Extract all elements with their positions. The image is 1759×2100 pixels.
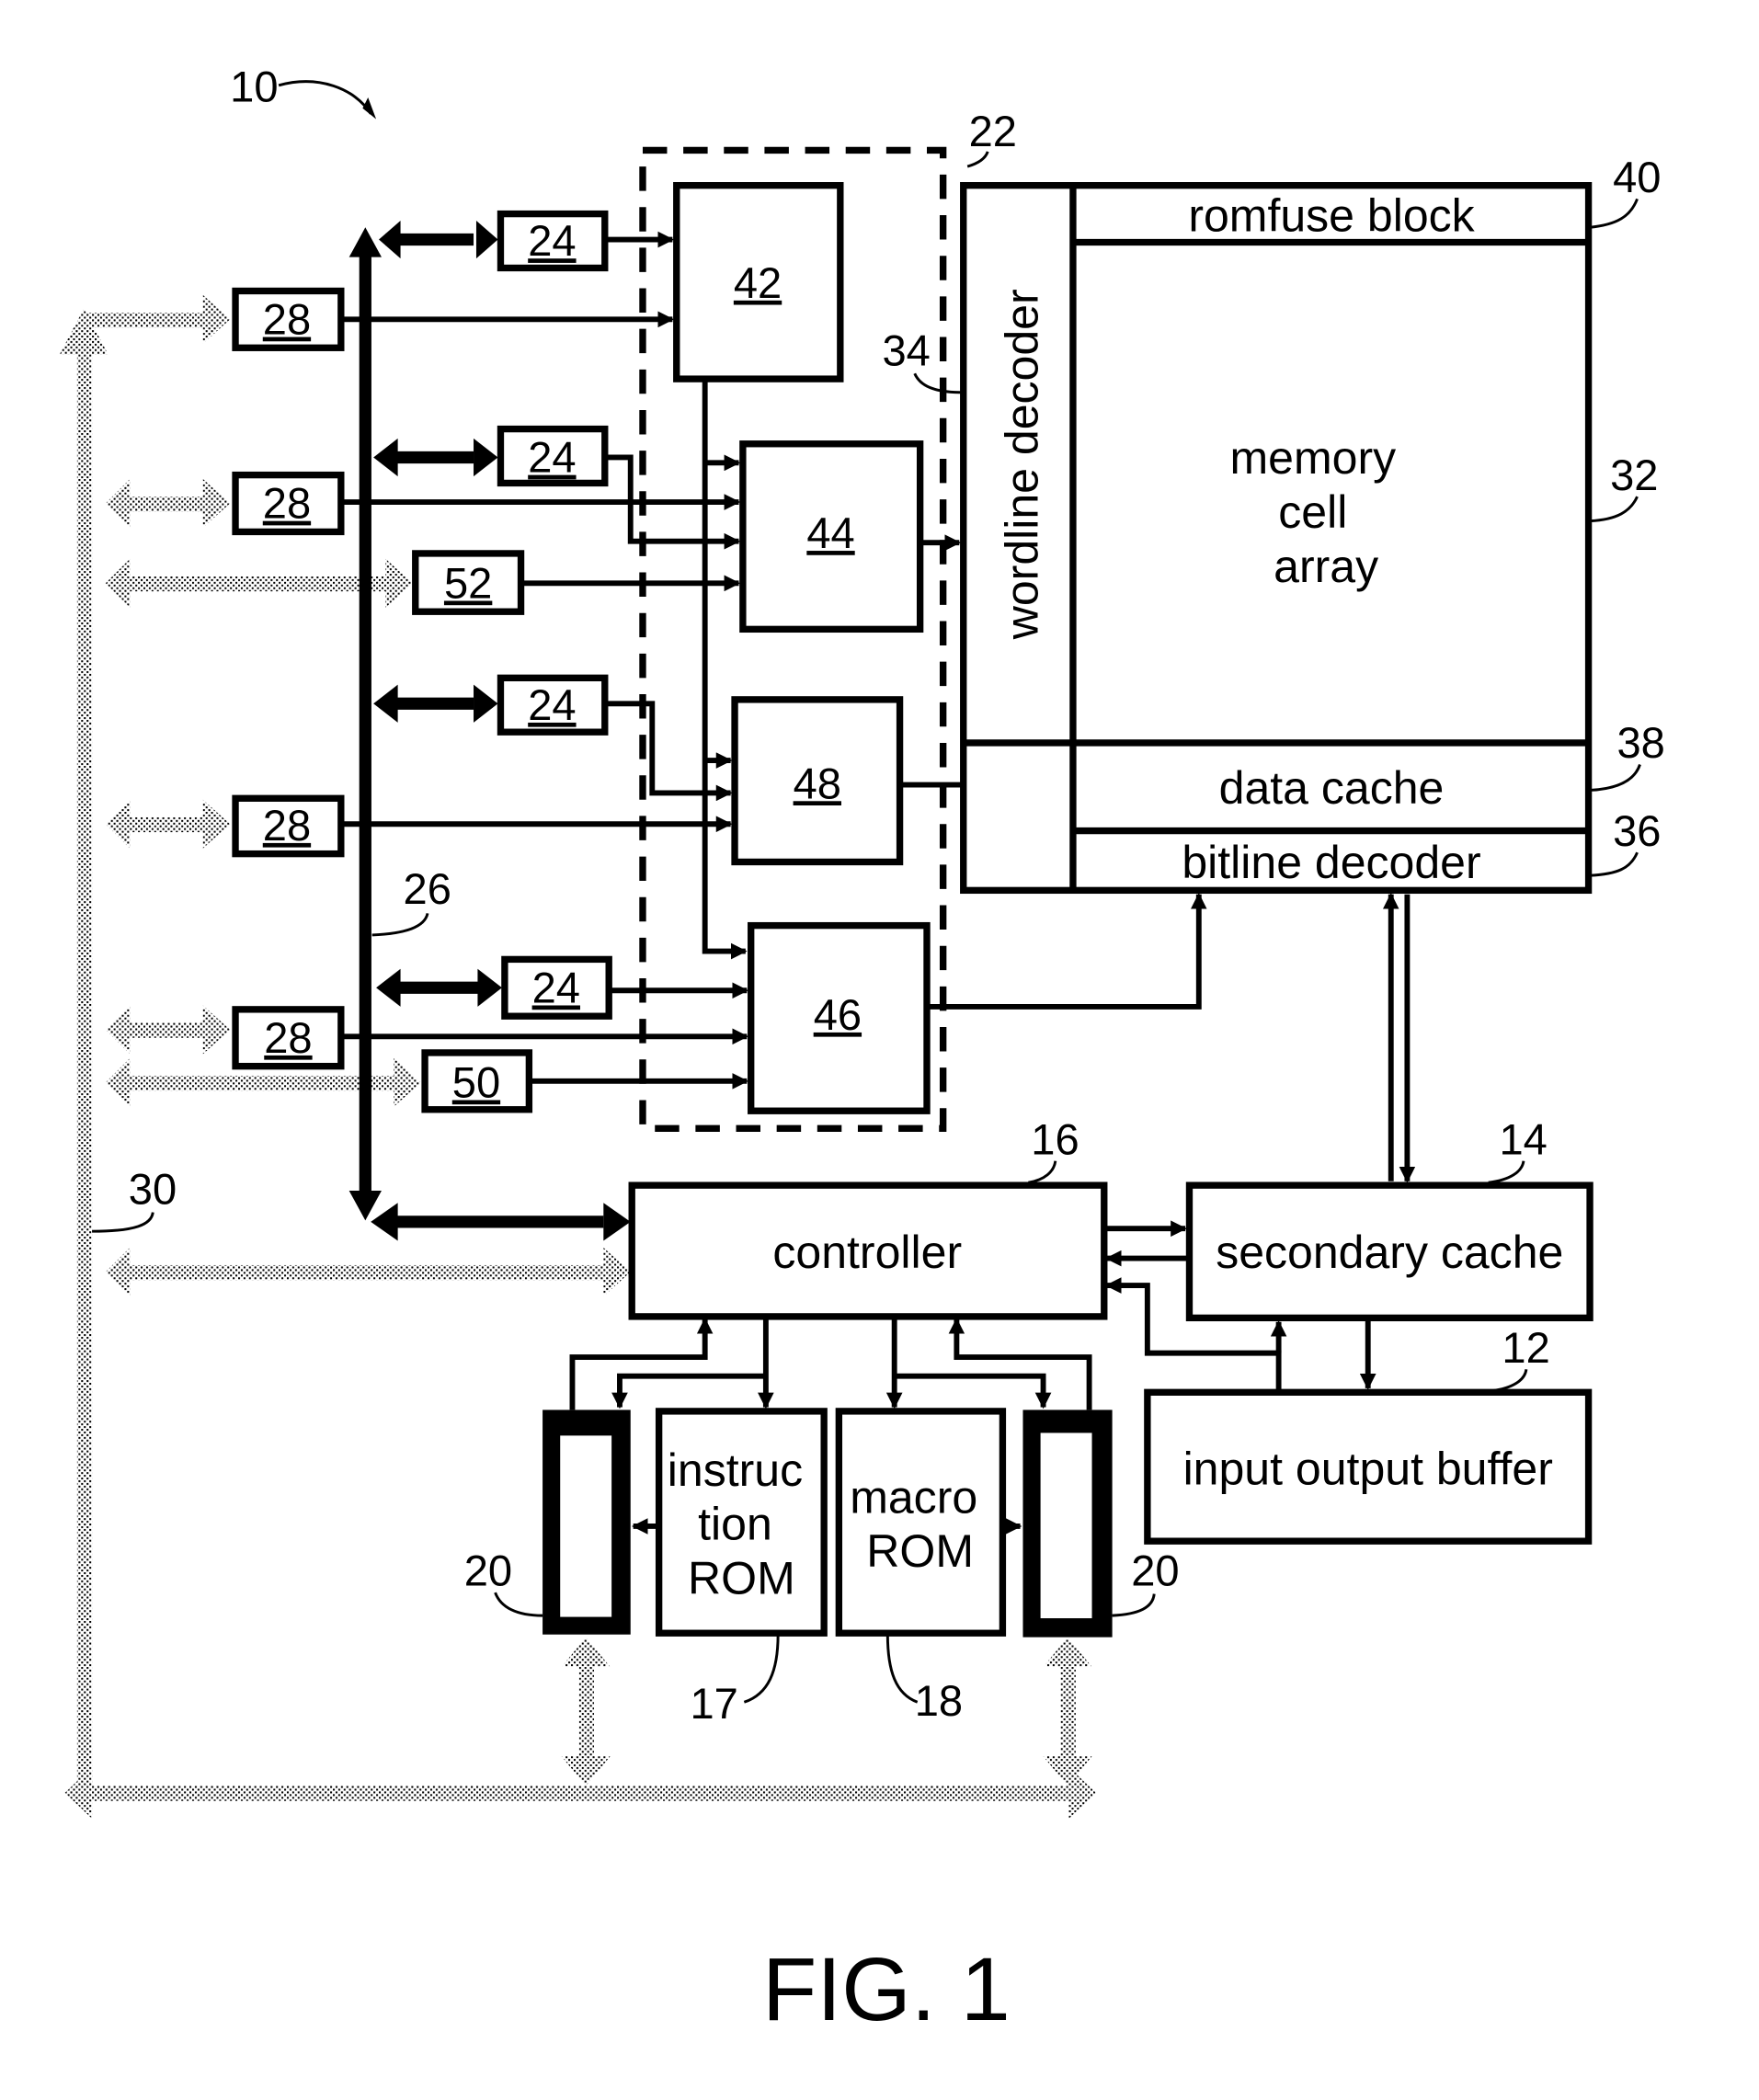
block-42: 42 — [673, 182, 844, 382]
svg-text:46: 46 — [814, 990, 862, 1039]
wordline-decoder-label: wordline decoder — [997, 289, 1048, 640]
svg-text:32: 32 — [1610, 451, 1658, 499]
block-24-third: 24 — [497, 674, 609, 736]
svg-text:18: 18 — [915, 1676, 963, 1725]
block-46: 46 — [748, 921, 931, 1114]
svg-text:10: 10 — [230, 62, 278, 110]
svg-text:34: 34 — [882, 325, 930, 374]
svg-text:44: 44 — [806, 508, 854, 557]
data-cache-label: data cache — [1219, 762, 1445, 814]
block-24-fourth: 24 — [501, 955, 612, 1020]
svg-text:28: 28 — [264, 1013, 312, 1062]
macro-rom: macro ROM — [835, 1408, 1007, 1637]
figure-caption: FIG. 1 — [762, 1939, 1011, 2039]
svg-text:40: 40 — [1613, 153, 1661, 201]
block-44: 44 — [739, 440, 924, 633]
block-52: 52 — [412, 550, 525, 615]
svg-text:12: 12 — [1502, 1323, 1549, 1372]
svg-text:20: 20 — [464, 1546, 512, 1595]
block-28-top: 28 — [232, 287, 345, 351]
secondary-cache: secondary cache — [1185, 1181, 1593, 1322]
svg-text:52: 52 — [444, 559, 492, 608]
block-24-top: 24 — [497, 210, 609, 272]
svg-text:28: 28 — [263, 801, 311, 850]
svg-text:24: 24 — [528, 433, 576, 482]
bitline-decoder-label: bitline decoder — [1182, 837, 1480, 888]
svg-text:20: 20 — [1131, 1546, 1179, 1595]
svg-text:controller: controller — [772, 1227, 962, 1278]
svg-text:38: 38 — [1616, 718, 1664, 767]
input-output-buffer: input output buffer — [1144, 1388, 1593, 1545]
svg-text:48: 48 — [794, 759, 841, 807]
svg-text:28: 28 — [263, 295, 311, 344]
block-28-second: 28 — [232, 471, 345, 536]
svg-text:30: 30 — [129, 1165, 177, 1214]
romfuse-block-label: romfuse block — [1188, 190, 1475, 242]
svg-text:24: 24 — [532, 963, 580, 1011]
block-24-second: 24 — [497, 425, 609, 487]
svg-text:28: 28 — [263, 479, 311, 528]
svg-text:24: 24 — [528, 216, 576, 265]
patent-figure: 24 24 24 24 28 28 28 28 52 50 42 44 48 4… — [59, 62, 1665, 2039]
svg-text:input output buffer: input output buffer — [1183, 1443, 1553, 1494]
svg-text:17: 17 — [690, 1679, 737, 1728]
block-50: 50 — [421, 1049, 533, 1113]
svg-text:secondary cache: secondary cache — [1216, 1227, 1563, 1278]
svg-text:16: 16 — [1031, 1114, 1079, 1163]
svg-text:36: 36 — [1613, 806, 1661, 855]
block-28-fourth: 28 — [232, 1006, 345, 1070]
svg-text:42: 42 — [734, 258, 782, 307]
svg-text:26: 26 — [404, 864, 451, 913]
register-20-right — [1022, 1410, 1113, 1638]
svg-text:22: 22 — [969, 107, 1017, 155]
svg-text:24: 24 — [528, 680, 576, 729]
svg-text:50: 50 — [452, 1058, 500, 1107]
svg-text:14: 14 — [1499, 1114, 1547, 1163]
memory-block: romfuse block memory cell array wordline… — [960, 182, 1593, 895]
block-28-third: 28 — [232, 794, 345, 858]
register-20-left — [543, 1410, 631, 1635]
controller: controller — [628, 1181, 1108, 1320]
instruction-rom: instruc tion ROM — [655, 1408, 828, 1637]
block-48: 48 — [731, 696, 904, 866]
